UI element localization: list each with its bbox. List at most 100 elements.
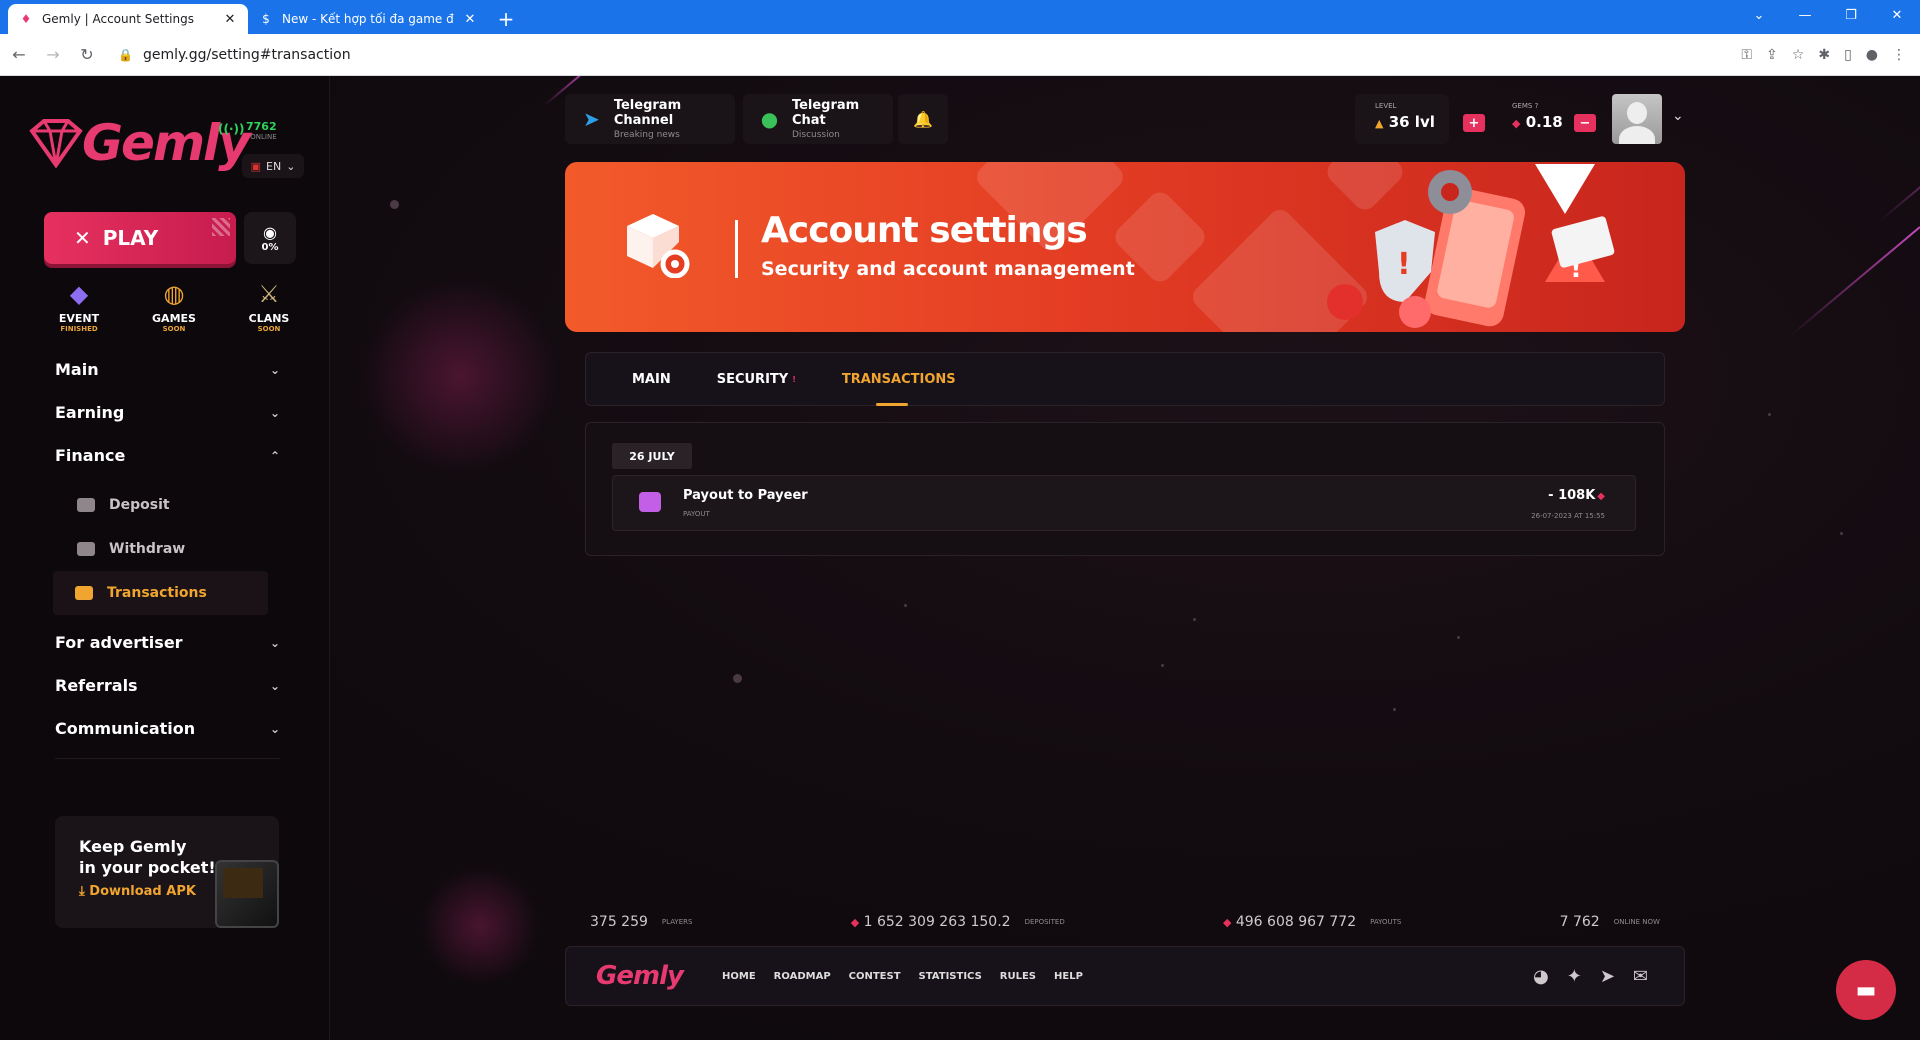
star-decoration bbox=[1768, 413, 1771, 416]
sidebar-item-transactions[interactable]: Transactions bbox=[53, 571, 268, 615]
stat-label: DEPOSITED bbox=[1024, 918, 1065, 926]
download-apk-card[interactable]: Keep Gemly in your pocket! ⤓ Download AP… bbox=[55, 816, 279, 928]
eye-icon: ◉ bbox=[263, 223, 277, 242]
chevron-down-icon: ⌄ bbox=[269, 635, 280, 650]
extensions-icon[interactable]: ✱ bbox=[1818, 47, 1830, 63]
transactions-icon bbox=[75, 586, 93, 600]
back-icon[interactable]: ← bbox=[4, 40, 34, 70]
sidebar-item-earning[interactable]: Earning ⌄ bbox=[55, 391, 280, 434]
stat-payouts: ◆ 496 608 967 772 PAYOUTS bbox=[1223, 914, 1401, 930]
sidebar-item-withdraw[interactable]: Withdraw bbox=[55, 527, 280, 571]
quick-links: ◆ EVENT FINISHED ◍ GAMES SOON ⚔ CLANS SO… bbox=[44, 280, 304, 333]
url-field[interactable]: 🔒 gemly.gg/setting#transaction bbox=[114, 39, 1724, 71]
share-icon[interactable]: ⇪ bbox=[1766, 47, 1778, 63]
side-panel-icon[interactable]: ▯ bbox=[1844, 47, 1852, 63]
profile-chevron-down-icon[interactable]: ⌄ bbox=[1672, 108, 1684, 124]
stat-label: ONLINE NOW bbox=[1613, 918, 1660, 926]
help-icon[interactable]: ? bbox=[1535, 102, 1539, 110]
forward-icon[interactable]: → bbox=[38, 40, 68, 70]
sidebar-item-main[interactable]: Main ⌄ bbox=[55, 348, 280, 391]
avatar[interactable] bbox=[1612, 94, 1662, 144]
tab-transactions[interactable]: TRANSACTIONS bbox=[842, 352, 956, 406]
key-icon[interactable]: ⚿ bbox=[1741, 47, 1752, 63]
stat-players: 375 259 PLAYERS bbox=[590, 914, 692, 930]
sidebar-divider bbox=[55, 758, 280, 759]
quick-link-games[interactable]: ◍ GAMES SOON bbox=[139, 280, 209, 333]
play-button[interactable]: ✕ PLAY bbox=[44, 212, 236, 264]
gem-icon: ◆ bbox=[1597, 491, 1605, 502]
quick-link-status: SOON bbox=[162, 325, 186, 333]
clans-swords-icon: ⚔ bbox=[258, 280, 280, 308]
quick-link-clans[interactable]: ⚔ CLANS SOON bbox=[234, 280, 304, 333]
social-links: ◕ ✦ ➤ ✉ bbox=[1533, 966, 1648, 987]
menu-icon[interactable]: ⋮ bbox=[1892, 47, 1906, 63]
telegram-chat-button[interactable]: ● Telegram Chat Discussion bbox=[743, 94, 893, 144]
bookmark-star-icon[interactable]: ☆ bbox=[1792, 47, 1805, 63]
notifications-button[interactable]: 🔔 bbox=[898, 94, 948, 144]
footer-link-home[interactable]: HOME bbox=[722, 971, 756, 982]
reload-icon[interactable]: ↻ bbox=[72, 40, 102, 70]
stat-value: 375 259 bbox=[590, 914, 648, 930]
wallet-icon bbox=[77, 542, 95, 556]
close-tab-icon[interactable]: ✕ bbox=[222, 12, 238, 27]
browser-tab-strip: ♦ Gemly | Account Settings ✕ $ New - Kết… bbox=[0, 0, 1920, 34]
sidebar-item-finance[interactable]: Finance ⌃ bbox=[55, 434, 280, 477]
minimize-button[interactable]: — bbox=[1782, 0, 1828, 30]
footer-logo[interactable]: Gemly bbox=[596, 961, 716, 991]
footer-link-help[interactable]: HELP bbox=[1054, 971, 1083, 982]
browser-tab-gemly[interactable]: ♦ Gemly | Account Settings ✕ bbox=[8, 4, 248, 34]
sidebar-item-referrals[interactable]: Referrals ⌄ bbox=[55, 664, 280, 707]
transaction-row[interactable]: Payout to Payeer PAYOUT - 108K ◆ 26-07-20… bbox=[612, 475, 1636, 531]
star-decoration bbox=[1840, 532, 1843, 535]
telegram-channel-button[interactable]: ➤ Telegram Channel Breaking news bbox=[565, 94, 735, 144]
banner-subtitle: Security and account management bbox=[761, 258, 1135, 280]
deposit-icon bbox=[77, 498, 95, 512]
download-icon: ⤓ bbox=[79, 884, 85, 899]
language-selector[interactable]: ▣ EN ⌄ bbox=[242, 154, 304, 178]
lock-icon[interactable]: 🔒 bbox=[118, 48, 133, 62]
support-chat-button[interactable]: ▬ bbox=[1836, 960, 1896, 1020]
discord-icon[interactable]: ◕ bbox=[1533, 966, 1549, 987]
gemly-logo[interactable]: Gemly bbox=[24, 114, 251, 172]
quick-link-title: GAMES bbox=[152, 312, 196, 325]
stat-value: 496 608 967 772 bbox=[1235, 914, 1357, 930]
star-decoration bbox=[1457, 636, 1460, 639]
close-tab-icon[interactable]: ✕ bbox=[462, 12, 478, 27]
footer-link-contest[interactable]: CONTEST bbox=[849, 971, 901, 982]
sidebar-item-communication[interactable]: Communication ⌄ bbox=[55, 707, 280, 750]
play-label: PLAY bbox=[102, 226, 159, 250]
telegram-channel-sub: Breaking news bbox=[613, 130, 680, 140]
sidebar-item-deposit[interactable]: Deposit bbox=[55, 483, 280, 527]
sidebar-item-label: Main bbox=[55, 360, 99, 379]
footer-link-statistics[interactable]: STATISTICS bbox=[919, 971, 982, 982]
telegram-channel-title: Telegram Channel bbox=[613, 98, 682, 128]
remove-gems-button[interactable]: − bbox=[1574, 114, 1596, 132]
stat-value: 7 762 bbox=[1559, 914, 1600, 930]
sidebar-item-label: Deposit bbox=[109, 497, 170, 513]
footer-link-roadmap[interactable]: ROADMAP bbox=[774, 971, 831, 982]
level-display: LEVEL ▲ 36 lvl bbox=[1355, 94, 1449, 144]
footer-links: HOME ROADMAP CONTEST STATISTICS RULES HE… bbox=[722, 971, 1083, 982]
close-window-button[interactable]: ✕ bbox=[1874, 0, 1920, 30]
profile-icon[interactable]: ● bbox=[1866, 47, 1878, 63]
sidebar-item-for-advertiser[interactable]: For advertiser ⌄ bbox=[55, 621, 280, 664]
stat-label: PLAYERS bbox=[661, 918, 693, 926]
level-label: LEVEL bbox=[1375, 102, 1397, 110]
twitter-icon[interactable]: ✦ bbox=[1567, 966, 1582, 987]
quick-link-event[interactable]: ◆ EVENT FINISHED bbox=[44, 280, 114, 333]
visibility-button[interactable]: ◉ 0% bbox=[244, 212, 296, 264]
restore-button[interactable]: ❐ bbox=[1828, 0, 1874, 30]
footer-link-rules[interactable]: RULES bbox=[1000, 971, 1036, 982]
chevron-down-icon: ⌄ bbox=[269, 678, 280, 693]
browser-tab-new[interactable]: $ New - Kết hợp tối đa game để ki... ✕ bbox=[248, 4, 488, 34]
bg-glow bbox=[420, 866, 540, 986]
tab-search-icon[interactable]: ⌄ bbox=[1736, 0, 1782, 30]
telegram-icon[interactable]: ➤ bbox=[1600, 966, 1615, 987]
chat-icon[interactable]: ✉ bbox=[1633, 966, 1648, 987]
meteor-decoration bbox=[1789, 226, 1920, 338]
tab-security[interactable]: SECURITY! bbox=[717, 352, 796, 406]
tab-main[interactable]: MAIN bbox=[632, 352, 671, 406]
new-tab-button[interactable]: + bbox=[492, 4, 520, 34]
browser-tab-title: New - Kết hợp tối đa game để ki... bbox=[282, 12, 454, 26]
sidebar-item-label: Withdraw bbox=[109, 541, 186, 557]
